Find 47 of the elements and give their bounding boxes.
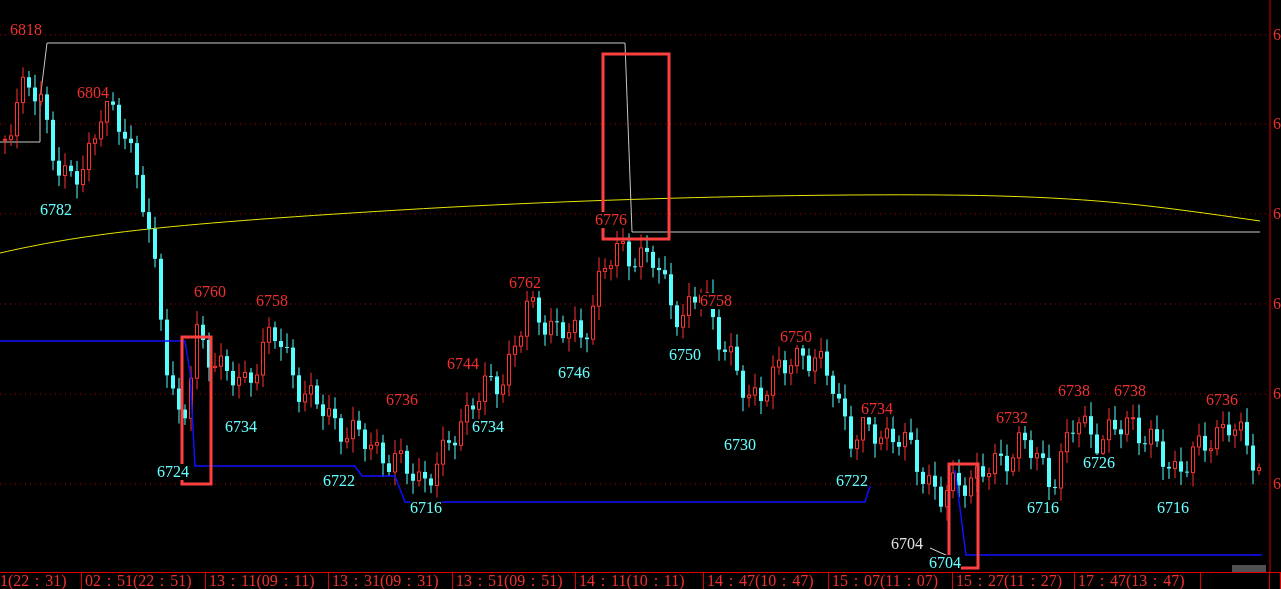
price-label: 6734	[472, 419, 504, 435]
price-label: 6760	[194, 284, 226, 300]
time-axis-label: 13：51(09：51)	[456, 573, 563, 589]
price-label: 6716	[410, 500, 442, 516]
time-axis-label: 14：47(10：47)	[707, 573, 814, 589]
price-label: 6776	[595, 212, 627, 228]
time-axis-label: 17：47(13：47)	[1078, 573, 1185, 589]
price-label: 6736	[1206, 392, 1238, 408]
price-label: 6738	[1058, 383, 1090, 399]
price-label: 6704	[929, 555, 961, 571]
price-label: 6726	[1083, 455, 1115, 471]
price-label: 6758	[700, 293, 732, 309]
time-axis-label: 14：11(10：11)	[579, 573, 685, 589]
time-axis-label: 1(22：31)	[0, 573, 67, 589]
price-label: 6750	[780, 329, 812, 345]
time-axis-label: 02：51(22：51)	[85, 573, 192, 589]
scroll-thumb[interactable]	[1232, 565, 1266, 572]
price-label: 6716	[1027, 500, 1059, 516]
price-label: 6722	[323, 473, 355, 489]
price-label: 6818	[10, 22, 42, 38]
price-label: 6734	[861, 401, 893, 417]
axis-tick-label: 6	[1273, 296, 1281, 312]
axis-tick-label: 6	[1273, 116, 1281, 132]
price-label: 6736	[386, 392, 418, 408]
price-label: 6730	[724, 437, 756, 453]
price-label: 6724	[157, 464, 189, 480]
price-label: 6716	[1157, 500, 1189, 516]
price-label: 6804	[77, 85, 109, 101]
time-axis-label: 13：31(09：31)	[332, 573, 439, 589]
axis-tick-label: 6	[1273, 206, 1281, 222]
axis-tick-label: 6	[1273, 476, 1281, 492]
time-axis-label: 13：11(09：11)	[209, 573, 315, 589]
axis-tick-label: 6	[1273, 27, 1281, 43]
price-label: 6758	[256, 293, 288, 309]
price-label: 6734	[225, 419, 257, 435]
price-label: 6750	[669, 347, 701, 363]
axis-tick-label: 6	[1273, 386, 1281, 402]
price-label: 6732	[996, 410, 1028, 426]
price-label: 6746	[558, 365, 590, 381]
price-label: 6782	[40, 202, 72, 218]
price-label: 6744	[447, 356, 479, 372]
time-axis-label: 15：07(11：07)	[832, 573, 939, 589]
price-label: 6704	[891, 536, 923, 552]
price-label: 6738	[1114, 383, 1146, 399]
price-label: 6762	[509, 275, 541, 291]
price-label: 6722	[836, 473, 868, 489]
time-axis-label: 15：27(11：27)	[956, 573, 1063, 589]
